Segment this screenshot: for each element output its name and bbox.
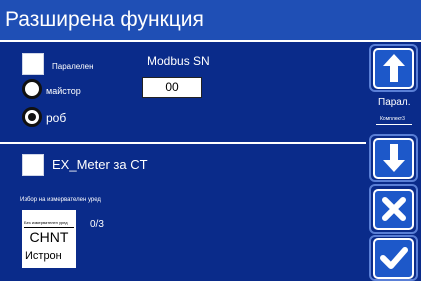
modbus-sn-input[interactable]: 00 bbox=[142, 77, 202, 98]
ex-meter-checkbox[interactable] bbox=[22, 154, 44, 176]
chnt-option: CHNT bbox=[29, 229, 69, 245]
meter-counter: 0/3 bbox=[90, 219, 104, 230]
arrow-up-icon bbox=[382, 54, 405, 82]
master-label: майстор bbox=[46, 86, 81, 96]
close-icon bbox=[381, 197, 406, 221]
tile-separator bbox=[24, 227, 74, 228]
page-indicator-line bbox=[376, 124, 412, 125]
page-title: Разширена функция bbox=[0, 0, 421, 40]
page-label: Парал. bbox=[378, 97, 411, 108]
no-meter-label: Без измервателен уред bbox=[24, 220, 68, 225]
modbus-sn-label: Modbus SN bbox=[147, 54, 210, 68]
page-up-button[interactable] bbox=[369, 44, 418, 92]
meter-tile[interactable]: Без измервателен уред CHNT Истрон bbox=[22, 210, 76, 268]
cancel-button[interactable] bbox=[369, 184, 418, 234]
arrow-down-icon bbox=[382, 144, 405, 172]
section-divider bbox=[0, 142, 366, 144]
master-radio[interactable] bbox=[22, 79, 42, 99]
parallel-checkbox[interactable] bbox=[22, 53, 44, 75]
meter-select-caption: Избор на измервателен уред bbox=[20, 197, 101, 203]
slave-radio[interactable] bbox=[22, 107, 42, 127]
parallel-label: Паралелен bbox=[52, 62, 94, 71]
page-sub-label: Комплект3 bbox=[380, 116, 405, 122]
ex-meter-label: EX_Meter за CT bbox=[52, 157, 148, 172]
confirm-button[interactable] bbox=[369, 235, 418, 281]
istron-option: Истрон bbox=[25, 250, 62, 262]
slave-label: роб bbox=[46, 111, 67, 125]
page-down-button[interactable] bbox=[369, 134, 418, 182]
checkmark-icon bbox=[379, 247, 408, 269]
slave-radio-dot bbox=[28, 113, 36, 121]
